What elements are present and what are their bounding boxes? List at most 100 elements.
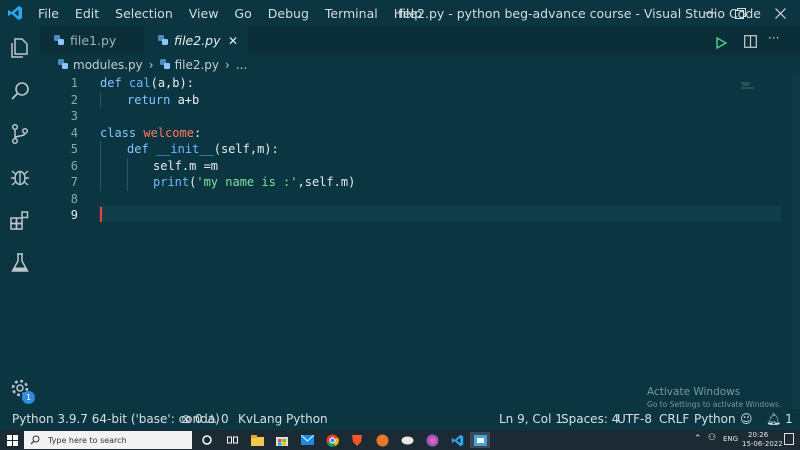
menu-selection[interactable]: Selection — [107, 6, 181, 21]
extensions-button[interactable] — [0, 200, 40, 240]
python-file-icon — [158, 33, 168, 48]
menu-view[interactable]: View — [181, 6, 227, 21]
line-number: 1 — [70, 76, 78, 90]
minimize-icon — [705, 12, 715, 14]
code-line: 8 — [40, 191, 740, 208]
code-editor[interactable]: 1 def cal(a,b): 2 return a+b 3 4 class w… — [40, 75, 800, 409]
menu-debug[interactable]: Debug — [260, 6, 317, 21]
line-number: 4 — [70, 125, 78, 140]
close-icon — [774, 7, 786, 19]
menu-go[interactable]: Go — [226, 6, 259, 21]
breadcrumb-item-file2[interactable]: file2.py — [175, 58, 219, 72]
activity-bar: 1 — [0, 26, 40, 409]
windows-start-icon[interactable] — [4, 432, 20, 448]
chevron-up-icon[interactable]: ⌃ — [694, 434, 702, 444]
search-icon — [30, 435, 40, 445]
testing-button[interactable] — [0, 243, 40, 283]
notifications[interactable]: 🔔︎ 1 — [766, 412, 793, 426]
app-icon[interactable] — [424, 432, 440, 448]
line-number: 7 — [70, 175, 78, 189]
chrome-icon[interactable] — [324, 432, 340, 448]
tab-file2[interactable]: file2.py ✕ — [144, 26, 248, 55]
windows-taskbar: Type here to search ⌃ ⚇ ENG 20:26 15-06-… — [0, 430, 800, 450]
settings-badge: 1 — [22, 391, 35, 404]
manage-button[interactable]: 1 — [0, 368, 40, 408]
text-cursor — [100, 207, 102, 222]
run-button[interactable] — [715, 34, 728, 53]
feedback-icon[interactable]: ☺ — [740, 412, 753, 426]
code-line: 7 print('my name is :',self.m) — [40, 174, 740, 191]
search-placeholder: Type here to search — [48, 435, 127, 445]
status-bar: Python 3.9.7 64-bit ('base': conda) ⊗ 0 … — [0, 409, 800, 430]
breadcrumb-item-ellipsis[interactable]: ... — [236, 58, 247, 72]
restore-button[interactable] — [722, 0, 758, 26]
network-icon[interactable]: ⚇ — [708, 433, 716, 443]
close-tab-icon[interactable]: ✕ — [228, 34, 238, 48]
tab-label: file2.py — [174, 33, 221, 48]
source-control-button[interactable] — [0, 114, 40, 154]
flask-icon — [11, 253, 29, 272]
menu-terminal[interactable]: Terminal — [317, 6, 386, 21]
menu-bar: File Edit Selection View Go Debug Termin… — [30, 6, 430, 21]
mail-icon[interactable] — [299, 432, 315, 448]
debug-button[interactable] — [0, 157, 40, 197]
end-of-line[interactable]: CRLF — [659, 412, 689, 426]
code-line: 5 def __init__(self,m): — [40, 141, 740, 158]
taskbar-search-box[interactable]: Type here to search — [24, 431, 192, 449]
warning-icon: ⚠ — [206, 412, 218, 426]
breadcrumb: modules.py › file2.py › ... — [40, 55, 800, 75]
search-icon — [11, 82, 29, 100]
python-file-icon — [54, 33, 64, 48]
line-number: 6 — [70, 158, 78, 173]
explorer-button[interactable] — [0, 28, 40, 68]
notification-center-icon[interactable] — [784, 433, 794, 445]
language-mode[interactable]: Python — [694, 412, 736, 426]
file-explorer-icon[interactable] — [249, 432, 265, 448]
minimap[interactable] — [740, 75, 760, 89]
source-control-icon — [11, 123, 29, 145]
input-language[interactable]: ENG — [723, 435, 738, 443]
clock-time[interactable]: 20:26 — [748, 431, 768, 439]
error-icon: ⊗ — [181, 412, 192, 426]
indentation[interactable]: Spaces: 4 — [561, 412, 619, 426]
cortana-icon[interactable] — [199, 432, 215, 448]
split-editor-button[interactable] — [744, 33, 757, 52]
menu-edit[interactable]: Edit — [67, 6, 107, 21]
code-line: 4 class welcome: — [40, 125, 740, 142]
breadcrumb-item-modules[interactable]: modules.py — [73, 58, 143, 72]
menu-file[interactable]: File — [30, 6, 67, 21]
clock-date[interactable]: 15-06-2022 — [742, 440, 783, 448]
kvlang-indicator[interactable]: KvLang Python — [238, 412, 328, 426]
store-icon[interactable] — [274, 432, 290, 448]
activate-windows-text: Go to Settings to activate Windows. — [647, 400, 782, 409]
split-editor-icon — [744, 35, 757, 48]
line-number: 2 — [70, 92, 78, 107]
debug-icon — [11, 170, 29, 186]
cursor-position[interactable]: Ln 9, Col 1 — [499, 412, 563, 426]
code-line: 3 — [40, 108, 740, 125]
brave-icon[interactable] — [349, 432, 365, 448]
python-file-icon — [58, 58, 68, 72]
line-number: 3 — [70, 109, 78, 123]
tab-file1[interactable]: file1.py — [40, 26, 144, 55]
line-number: 5 — [70, 142, 78, 156]
title-bar: File Edit Selection View Go Debug Termin… — [0, 0, 800, 26]
close-window-button[interactable] — [762, 0, 798, 26]
active-app-icon[interactable] — [470, 432, 490, 448]
code-line: 1 def cal(a,b): — [40, 75, 740, 92]
vertical-scrollbar[interactable] — [792, 75, 800, 409]
office-icon[interactable] — [374, 432, 390, 448]
play-icon — [716, 36, 728, 50]
problems-indicator[interactable]: ⊗ 0 ⚠ 0 — [181, 412, 229, 426]
more-actions-icon[interactable]: ··· — [768, 31, 779, 45]
code-line: 2 return a+b — [40, 92, 740, 109]
files-icon — [11, 38, 28, 58]
chevron-right-icon: › — [148, 58, 154, 72]
vscode-taskbar-icon[interactable] — [449, 432, 465, 448]
chevron-right-icon: › — [225, 58, 230, 72]
search-button[interactable] — [0, 71, 40, 111]
app-icon[interactable] — [399, 432, 415, 448]
encoding[interactable]: UTF-8 — [617, 412, 652, 426]
line-number: 8 — [70, 191, 78, 206]
task-view-icon[interactable] — [224, 432, 240, 448]
